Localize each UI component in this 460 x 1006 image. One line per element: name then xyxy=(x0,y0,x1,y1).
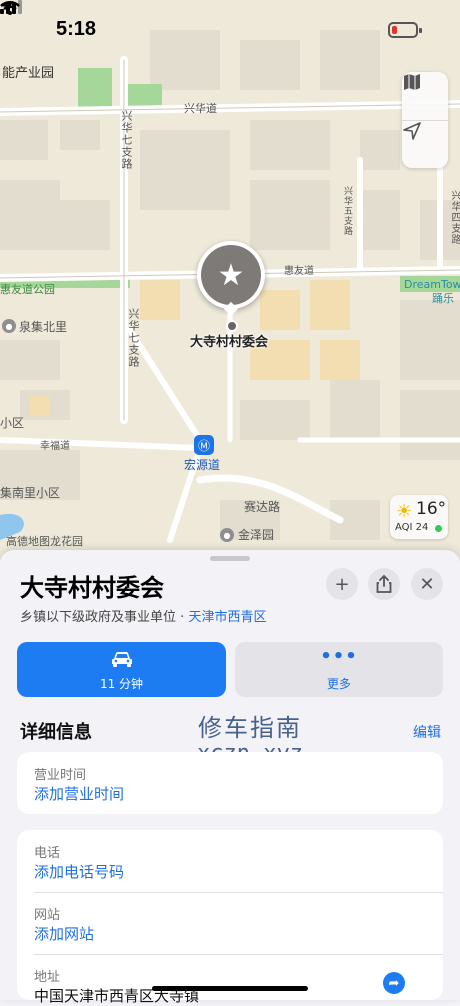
poi-icon: ● xyxy=(220,528,234,542)
map-label: 兴华四支路 xyxy=(449,190,460,245)
map-label: 兴华七支路 xyxy=(120,110,133,170)
address-label: 地址 xyxy=(34,970,61,985)
sheet-grabber[interactable] xyxy=(210,556,250,561)
route-time: 11 分钟 xyxy=(99,677,144,691)
map-label: 宏源道 xyxy=(184,458,221,472)
place-sheet: 大寺村村委会 + ✕ 乡镇以下级政府及事业单位 · 天津市西青区 11 分钟 •… xyxy=(0,550,460,1005)
car-icon xyxy=(112,652,132,667)
more-button[interactable]: ••• 更多 xyxy=(235,642,443,697)
website-label: 网站 xyxy=(34,908,61,923)
edit-button[interactable]: 编辑 xyxy=(413,722,441,742)
aqi-value: AQI 24 xyxy=(395,522,429,533)
aqi-dot xyxy=(435,525,442,532)
wifi-icon xyxy=(0,1,20,15)
home-indicator xyxy=(152,986,308,991)
close-icon: ✕ xyxy=(419,573,435,595)
map-label: 高德地图龙花园 xyxy=(6,535,83,548)
hours-label: 营业时间 xyxy=(34,768,87,783)
hours-card: 营业时间 添加营业时间 xyxy=(17,752,443,814)
phone-label: 电话 xyxy=(34,846,61,861)
map-label: 兴华七支路 xyxy=(127,308,140,368)
location-arrow-outline-icon xyxy=(403,122,421,140)
add-phone-link[interactable]: 添加电话号码 xyxy=(34,861,124,882)
add-button[interactable]: + xyxy=(326,568,358,600)
star-icon: ★ xyxy=(217,257,245,293)
plus-icon: + xyxy=(334,573,350,595)
place-pin[interactable]: ★ xyxy=(197,241,265,309)
map-label: 惠友道 xyxy=(284,266,314,277)
map-label: 小区 xyxy=(0,416,25,430)
metro-station-icon[interactable]: Ⓜ xyxy=(194,435,214,455)
map-label: 惠友道公园 xyxy=(0,283,55,296)
place-subtitle: 乡镇以下级政府及事业单位 · 天津市西青区 xyxy=(20,606,266,625)
status-bar: 5:18 xyxy=(0,0,460,60)
directions-arrow-icon[interactable]: ➦ xyxy=(383,972,405,994)
poi-icon: ● xyxy=(2,319,16,333)
map-label: 金泽园 xyxy=(238,528,275,542)
more-label: 更多 xyxy=(326,677,351,691)
share-button[interactable] xyxy=(368,568,400,600)
watermark-line1: 修车指南 xyxy=(198,714,302,742)
map-view[interactable]: 5:18 能产业园 兴华道 兴华七支路 兴华五支路 兴华四支路 惠友道 惠友道公… xyxy=(0,0,460,560)
place-title: 大寺村村委会 xyxy=(20,574,164,602)
map-label: 幸福道 xyxy=(40,441,70,452)
divider xyxy=(34,892,443,893)
pin-label: 大寺村村委会 xyxy=(190,335,269,350)
map-label: 赛达路 xyxy=(244,500,281,514)
map-label: 能产业园 xyxy=(2,66,55,81)
map-controls xyxy=(402,72,448,168)
battery-icon xyxy=(388,22,422,38)
share-icon xyxy=(376,575,392,593)
details-title: 详细信息 xyxy=(20,722,92,743)
map-label: 集南里小区 xyxy=(0,486,61,500)
current-location-button[interactable] xyxy=(402,121,448,169)
location-link[interactable]: 天津市西青区 xyxy=(188,610,266,625)
directions-button[interactable]: 11 分钟 xyxy=(17,642,226,697)
more-icon: ••• xyxy=(320,646,358,667)
weather-widget[interactable]: ☀ 16° AQI 24 xyxy=(390,495,448,539)
divider xyxy=(34,954,443,955)
map-label: 兴华五支路 xyxy=(342,186,352,236)
separator: · xyxy=(180,610,185,625)
add-website-link[interactable]: 添加网站 xyxy=(34,923,94,944)
map-label: 兴华道 xyxy=(184,102,217,115)
close-button[interactable]: ✕ xyxy=(411,568,443,600)
weather-temp: 16° xyxy=(416,499,447,519)
status-time: 5:18 xyxy=(56,18,97,40)
add-hours-link[interactable]: 添加营业时间 xyxy=(34,783,124,804)
map-mode-button[interactable] xyxy=(402,72,448,120)
map-icon xyxy=(404,74,420,90)
map-label: 踊乐 xyxy=(432,292,454,305)
place-category: 乡镇以下级政府及事业单位 xyxy=(20,610,177,625)
map-label: 泉集北里 xyxy=(19,320,68,334)
contact-card: 电话 添加电话号码 网站 添加网站 地址 中国天津市西青区大寺镇 xyxy=(17,830,443,1005)
sun-icon: ☀ xyxy=(396,501,413,522)
